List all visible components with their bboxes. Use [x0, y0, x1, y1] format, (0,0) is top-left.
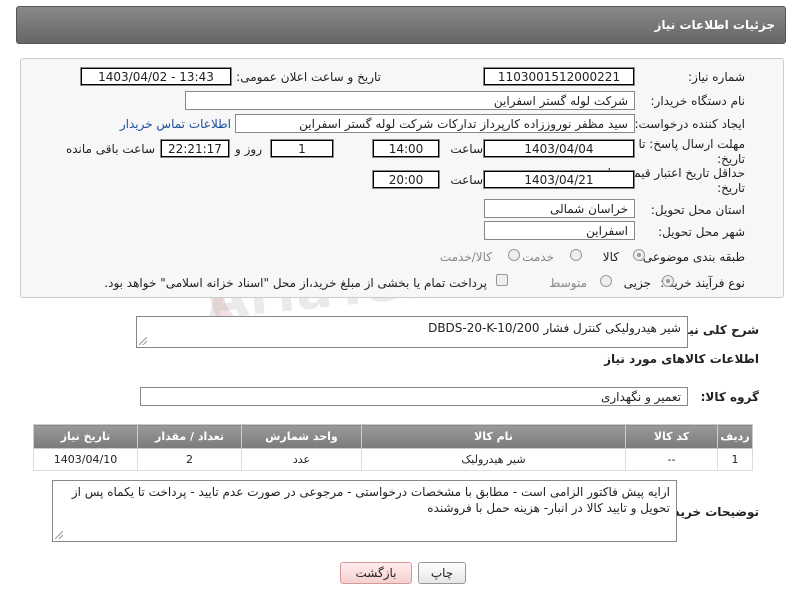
remaining-time-field: 22:21:17	[160, 139, 230, 158]
need-number-field: 1103001512000221	[483, 67, 635, 86]
treasury-payment-note: پرداخت تمام یا بخشی از مبلغ خرید،از محل …	[104, 276, 487, 290]
delivery-province-label: استان محل تحویل:	[650, 203, 745, 217]
buyer-org-label: نام دستگاه خریدار:	[650, 94, 746, 108]
goods-group-label: گروه کالا:	[700, 390, 759, 404]
col-row: ردیف	[717, 424, 753, 449]
requester-field: سید مظفر نوروززاده کارپرداز تدارکات شرکت…	[235, 114, 635, 133]
process-option-minor: جزیی	[623, 276, 651, 290]
reply-days-field: 1	[270, 139, 334, 158]
page-header: جزئیات اطلاعات نیاز	[16, 6, 786, 44]
announce-datetime-field: 1403/04/02 - 13:43	[80, 67, 232, 86]
buyer-notes-text: ارایه پیش فاکتور الزامی است - مطابق با م…	[71, 485, 670, 515]
days-label: روز و	[235, 142, 262, 156]
price-validity-date: 1403/04/21	[483, 170, 635, 189]
buyer-contact-link[interactable]: اطلاعات تماس خریدار	[120, 117, 231, 131]
process-radio-medium[interactable]	[600, 275, 612, 287]
col-unit: واحد شمارش	[241, 424, 362, 449]
reply-deadline-time: 14:00	[372, 139, 440, 158]
description-text: شیر هیدرولیکی کنترل فشار DBDS-20-K-10/20…	[428, 321, 681, 335]
col-qty: تعداد / مقدار	[137, 424, 242, 449]
col-need-date: تاریخ نیاز	[33, 424, 138, 449]
delivery-city-field: اسفراین	[484, 221, 635, 240]
cell-row: 1	[717, 448, 753, 471]
category-option-service: خدمت	[522, 250, 554, 264]
description-field: شیر هیدرولیکی کنترل فشار DBDS-20-K-10/20…	[136, 316, 688, 348]
page-title: جزئیات اطلاعات نیاز	[654, 18, 775, 32]
cell-qty: 2	[137, 448, 242, 471]
reply-deadline-label-2: تاریخ:	[717, 152, 745, 166]
announce-datetime-label: تاریخ و ساعت اعلان عمومی:	[236, 70, 381, 84]
category-option-goods-service: کالا/خدمت	[439, 250, 492, 264]
table-row: 1 -- شیر هیدرولیک عدد 2 1403/04/10	[33, 448, 753, 471]
process-radio-minor[interactable]	[662, 275, 674, 287]
category-option-goods: کالا	[602, 250, 619, 264]
category-radio-service[interactable]	[570, 249, 582, 261]
goods-table: ردیف کد کالا نام کالا واحد شمارش تعداد /…	[33, 424, 753, 471]
treasury-payment-checkbox[interactable]	[496, 274, 508, 286]
goods-table-wrapper: ردیف کد کالا نام کالا واحد شمارش تعداد /…	[33, 424, 753, 471]
goods-table-header: ردیف کد کالا نام کالا واحد شمارش تعداد /…	[33, 424, 753, 449]
reply-deadline-date: 1403/04/04	[483, 139, 635, 158]
requester-label: ایجاد کننده درخواست:	[634, 117, 745, 131]
category-radio-goods[interactable]	[633, 249, 645, 261]
category-radio-goods-service[interactable]	[508, 249, 520, 261]
buyer-notes-field: ارایه پیش فاکتور الزامی است - مطابق با م…	[52, 480, 677, 542]
delivery-city-label: شهر محل تحویل:	[658, 225, 745, 239]
goods-group-field: تعمیر و نگهداری	[140, 387, 688, 406]
price-validity-time: 20:00	[372, 170, 440, 189]
remaining-time-label: ساعت باقی مانده	[65, 142, 155, 156]
back-button[interactable]: بازگشت	[340, 562, 412, 584]
cell-name: شیر هیدرولیک	[361, 448, 626, 471]
resize-handle-icon[interactable]	[55, 531, 63, 539]
buyer-org-field: شرکت لوله گستر اسفراین	[185, 91, 635, 110]
category-label: طبقه بندی موضوعی:	[638, 250, 745, 264]
goods-section-title: اطلاعات کالاهای مورد نیاز	[604, 352, 759, 366]
process-option-medium: متوسط	[549, 276, 587, 290]
need-number-label: شماره نیاز:	[688, 70, 745, 84]
reply-time-label: ساعت	[450, 142, 483, 156]
col-name: نام کالا	[361, 424, 626, 449]
reply-deadline-label: مهلت ارسال پاسخ: تا	[638, 137, 745, 151]
resize-handle-icon[interactable]	[139, 337, 147, 345]
cell-need-date: 1403/04/10	[33, 448, 138, 471]
cell-unit: عدد	[241, 448, 362, 471]
cell-code: --	[625, 448, 718, 471]
delivery-province-field: خراسان شمالی	[484, 199, 635, 218]
col-code: کد کالا	[625, 424, 718, 449]
print-button[interactable]: چاپ	[418, 562, 466, 584]
price-validity-label-2: تاریخ:	[717, 181, 745, 195]
price-time-label: ساعت	[450, 173, 483, 187]
